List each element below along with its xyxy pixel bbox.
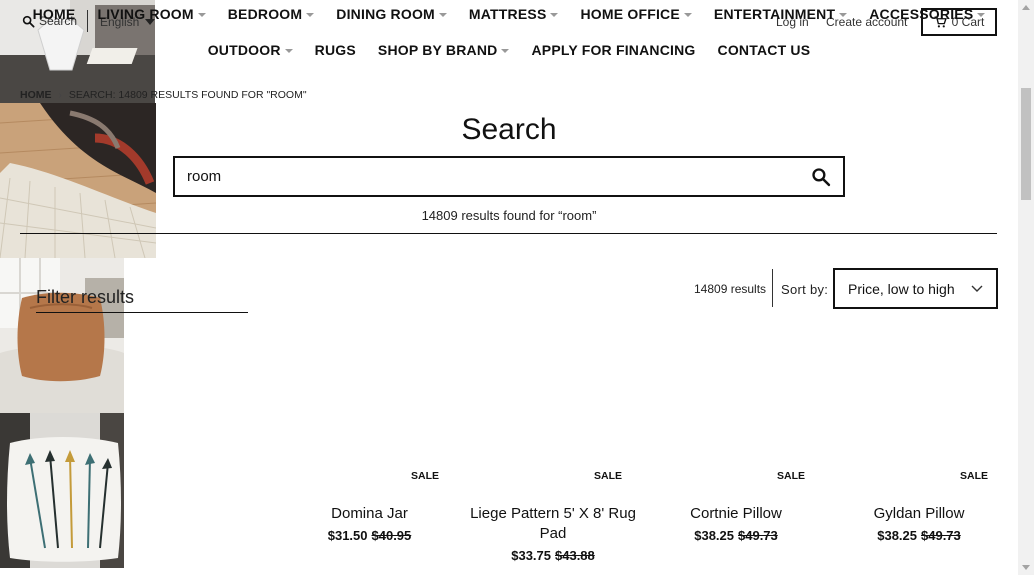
nav-item-rugs[interactable]: RUGS: [304, 42, 367, 58]
nav-item-home[interactable]: HOME: [22, 6, 87, 22]
product-card[interactable]: SALE Gyldan Pillow $38.25 $49.73: [0, 413, 1034, 568]
product-price: $38.25: [694, 528, 734, 543]
product-price-row: $33.75 $43.88: [470, 548, 636, 563]
chevron-down-icon: [438, 13, 447, 17]
nav-label: MATTRESS: [468, 6, 547, 22]
scrollbar-thumb[interactable]: [1021, 88, 1031, 200]
product-price: $38.25: [877, 528, 917, 543]
nav-label: ACCESSORIES: [869, 6, 974, 22]
nav-item-outdoor[interactable]: OUTDOOR: [197, 42, 304, 58]
chevron-down-icon: [284, 49, 293, 53]
search-input[interactable]: [175, 158, 799, 195]
product-compare-price: $49.73: [738, 528, 778, 543]
product-name[interactable]: Cortnie Pillow: [658, 504, 814, 524]
main-nav-row-2: OUTDOOR RUGS SHOP BY BRAND APPLY FOR FIN…: [0, 42, 1018, 58]
chevron-down-icon: [550, 13, 559, 17]
chevron-down-icon: [971, 285, 983, 292]
chevron-down-icon: [306, 13, 315, 17]
scroll-down-arrow-icon[interactable]: [1022, 565, 1030, 570]
breadcrumb: HOME › SEARCH: 14809 RESULTS FOUND FOR "…: [20, 89, 307, 101]
nav-label: BEDROOM: [227, 6, 303, 22]
breadcrumb-home-link[interactable]: HOME: [20, 89, 52, 101]
divider: [772, 269, 773, 307]
results-summary: 14809 results found for “room”: [421, 208, 597, 223]
nav-item-dining-room[interactable]: DINING ROOM: [325, 6, 458, 22]
nav-item-entertainment[interactable]: ENTERTAINMENT: [703, 6, 858, 22]
product-name[interactable]: Liege Pattern 5' X 8' Rug Pad: [470, 504, 636, 544]
product-price: $33.75: [511, 548, 551, 563]
breadcrumb-separator: ›: [58, 89, 62, 101]
divider: [20, 233, 997, 234]
nav-item-bedroom[interactable]: BEDROOM: [217, 6, 326, 22]
search-submit-button[interactable]: [799, 158, 843, 195]
product-image[interactable]: [0, 258, 124, 413]
product-price-row: $38.25 $49.73: [658, 528, 814, 543]
search-icon: [812, 167, 831, 186]
nav-label: CONTACT US: [717, 42, 811, 58]
page-title: Search: [461, 113, 557, 146]
product-name[interactable]: Gyldan Pillow: [841, 504, 997, 524]
nav-item-contact-us[interactable]: CONTACT US: [707, 42, 822, 58]
nav-label: LIVING ROOM: [97, 6, 194, 22]
nav-label: RUGS: [314, 42, 356, 58]
nav-label: OUTDOOR: [207, 42, 281, 58]
results-count: 14809 results: [694, 282, 767, 296]
sale-badge: SALE: [594, 470, 623, 482]
sort-select[interactable]: Price, low to high: [833, 268, 998, 309]
chevron-down-icon: [501, 49, 510, 53]
breadcrumb-current: SEARCH: 14809 RESULTS FOUND FOR "ROOM": [68, 89, 307, 101]
product-compare-price: $49.73: [921, 528, 961, 543]
nav-item-home-office[interactable]: HOME OFFICE: [569, 6, 702, 22]
product-price: $31.50: [327, 528, 368, 543]
nav-item-shop-by-brand[interactable]: SHOP BY BRAND: [367, 42, 521, 58]
divider: [36, 312, 248, 313]
sale-badge: SALE: [777, 470, 806, 482]
nav-label: DINING ROOM: [336, 6, 435, 22]
chevron-down-icon: [197, 13, 206, 17]
page-scrollbar[interactable]: [1018, 0, 1034, 575]
product-compare-price: $40.95: [371, 528, 412, 543]
nav-label: HOME: [32, 6, 76, 22]
main-nav-row-1: HOME LIVING ROOM BEDROOM DINING ROOM MAT…: [0, 6, 1018, 22]
filter-results-toggle[interactable]: Filter results: [36, 287, 134, 308]
nav-label: APPLY FOR FINANCING: [531, 42, 696, 58]
nav-label: HOME OFFICE: [580, 6, 680, 22]
sale-badge: SALE: [411, 470, 440, 482]
product-image[interactable]: [0, 413, 124, 568]
nav-item-living-room[interactable]: LIVING ROOM: [86, 6, 216, 22]
sort-label: Sort by:: [781, 282, 829, 297]
product-name[interactable]: Domina Jar: [292, 504, 447, 524]
nav-label: ENTERTAINMENT: [713, 6, 836, 22]
nav-label: SHOP BY BRAND: [377, 42, 498, 58]
chevron-down-icon: [839, 13, 848, 17]
sort-selected-value: Price, low to high: [848, 280, 955, 297]
nav-item-apply-for-financing[interactable]: APPLY FOR FINANCING: [520, 42, 706, 58]
product-compare-price: $43.88: [555, 548, 595, 563]
chevron-down-icon: [977, 13, 986, 17]
scroll-up-arrow-icon[interactable]: [1022, 5, 1030, 10]
nav-item-accessories[interactable]: ACCESSORIES: [858, 6, 996, 22]
nav-item-mattress[interactable]: MATTRESS: [458, 6, 570, 22]
chevron-down-icon: [683, 13, 692, 17]
sale-badge: SALE: [960, 470, 989, 482]
product-price-row: $38.25 $49.73: [841, 528, 997, 543]
search-form: [173, 156, 845, 197]
product-price-row: $31.50 $40.95: [292, 528, 447, 543]
